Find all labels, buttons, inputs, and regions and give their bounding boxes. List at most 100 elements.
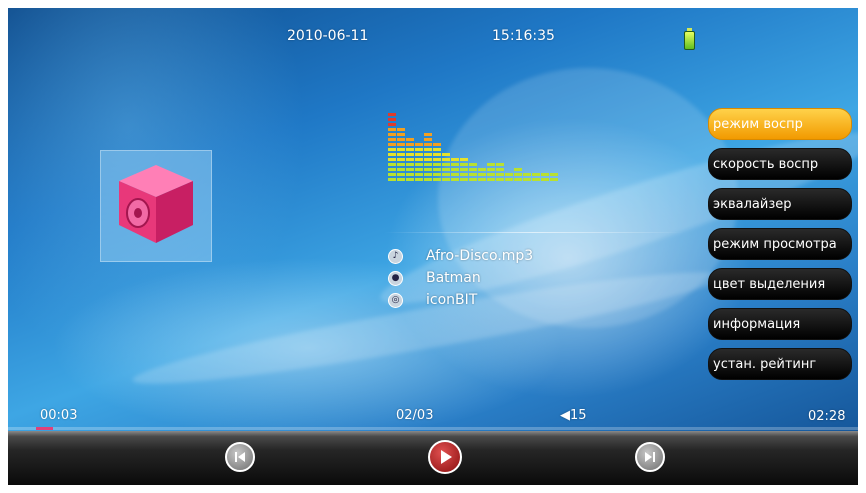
previous-button[interactable] — [225, 442, 255, 472]
equalizer-segment — [460, 168, 468, 171]
menu-item-set-rating[interactable]: устан. рейтинг — [708, 348, 852, 380]
equalizer-segment — [388, 153, 396, 156]
equalizer-segment — [550, 178, 558, 181]
equalizer-segment — [406, 168, 414, 171]
equalizer-segment — [424, 138, 432, 141]
equalizer-segment — [397, 143, 405, 146]
equalizer-segment — [469, 173, 477, 176]
equalizer-segment — [478, 168, 486, 171]
equalizer-segment — [460, 163, 468, 166]
equalizer-segment — [415, 158, 423, 161]
album-art — [100, 150, 212, 262]
equalizer-segment — [397, 168, 405, 171]
equalizer-segment — [424, 173, 432, 176]
equalizer-segment — [397, 153, 405, 156]
equalizer-segment — [433, 153, 441, 156]
status-date: 2010-06-11 — [287, 28, 369, 44]
control-bar — [8, 431, 858, 485]
equalizer-segment — [496, 163, 504, 166]
equalizer-segment — [424, 163, 432, 166]
equalizer-segment — [388, 163, 396, 166]
skip-forward-icon — [645, 452, 655, 462]
menu-item-equalizer[interactable]: эквалайзер — [708, 188, 852, 220]
equalizer-segment — [433, 163, 441, 166]
progress-track[interactable] — [8, 427, 858, 430]
disc-icon: ◎ — [388, 293, 403, 308]
equalizer-segment — [478, 173, 486, 176]
equalizer-segment — [406, 148, 414, 151]
equalizer-segment — [388, 123, 396, 126]
equalizer-segment — [487, 178, 495, 181]
menu-item-view-mode[interactable]: режим просмотра — [708, 228, 852, 260]
equalizer-segment — [406, 153, 414, 156]
equalizer-segment — [460, 173, 468, 176]
skip-back-icon — [235, 452, 245, 462]
equalizer-segment — [415, 143, 423, 146]
total-time: 02:28 — [808, 409, 846, 424]
equalizer-segment — [523, 178, 531, 181]
person-icon: ● — [388, 271, 403, 286]
equalizer-segment — [406, 173, 414, 176]
elapsed-time: 00:03 — [40, 408, 78, 423]
equalizer-segment — [415, 173, 423, 176]
equalizer-segment — [487, 173, 495, 176]
volume-indicator: ◀15 — [560, 408, 587, 423]
equalizer-segment — [388, 133, 396, 136]
equalizer-segment — [496, 178, 504, 181]
track-artist: Batman — [426, 270, 481, 286]
equalizer-segment — [514, 168, 522, 171]
menu-item-play-speed[interactable]: скорость воспр — [708, 148, 852, 180]
equalizer-segment — [415, 153, 423, 156]
speaker-cube-icon — [119, 165, 193, 243]
music-note-icon: ♪ — [388, 249, 403, 264]
equalizer-segment — [451, 158, 459, 161]
equalizer-segment — [433, 148, 441, 151]
equalizer-segment — [397, 138, 405, 141]
menu-item-highlight-color[interactable]: цвет выделения — [708, 268, 852, 300]
equalizer-segment — [406, 138, 414, 141]
equalizer-segment — [433, 143, 441, 146]
equalizer-segment — [433, 178, 441, 181]
equalizer-segment — [397, 148, 405, 151]
play-button[interactable] — [428, 440, 462, 474]
equalizer-segment — [388, 143, 396, 146]
equalizer-segment — [424, 168, 432, 171]
equalizer-segment — [397, 158, 405, 161]
menu-item-play-mode[interactable]: режим воспр — [708, 108, 852, 140]
equalizer-segment — [415, 178, 423, 181]
menu-item-info[interactable]: информация — [708, 308, 852, 340]
equalizer-segment — [532, 173, 540, 176]
volume-level: 15 — [570, 408, 587, 423]
equalizer-segment — [424, 178, 432, 181]
equalizer-segment — [424, 133, 432, 136]
equalizer-segment — [496, 173, 504, 176]
equalizer-segment — [469, 163, 477, 166]
divider — [384, 232, 684, 233]
equalizer-segment — [397, 173, 405, 176]
equalizer-segment — [388, 178, 396, 181]
equalizer-segment — [397, 163, 405, 166]
equalizer-segment — [388, 113, 396, 116]
equalizer-segment — [424, 148, 432, 151]
equalizer-segment — [514, 173, 522, 176]
equalizer-segment — [478, 178, 486, 181]
equalizer-segment — [388, 168, 396, 171]
equalizer-segment — [424, 153, 432, 156]
equalizer-segment — [442, 178, 450, 181]
equalizer-segment — [388, 158, 396, 161]
equalizer-segment — [406, 163, 414, 166]
equalizer-segment — [406, 158, 414, 161]
equalizer-segment — [397, 178, 405, 181]
equalizer-segment — [451, 163, 459, 166]
equalizer-segment — [442, 168, 450, 171]
equalizer-segment — [388, 148, 396, 151]
equalizer-segment — [541, 178, 549, 181]
equalizer-segment — [388, 118, 396, 121]
progress-fill — [36, 427, 53, 430]
equalizer-segment — [460, 178, 468, 181]
equalizer-segment — [505, 173, 513, 176]
track-album: iconBIT — [426, 292, 478, 308]
next-button[interactable] — [635, 442, 665, 472]
equalizer-segment — [487, 163, 495, 166]
equalizer-segment — [433, 168, 441, 171]
